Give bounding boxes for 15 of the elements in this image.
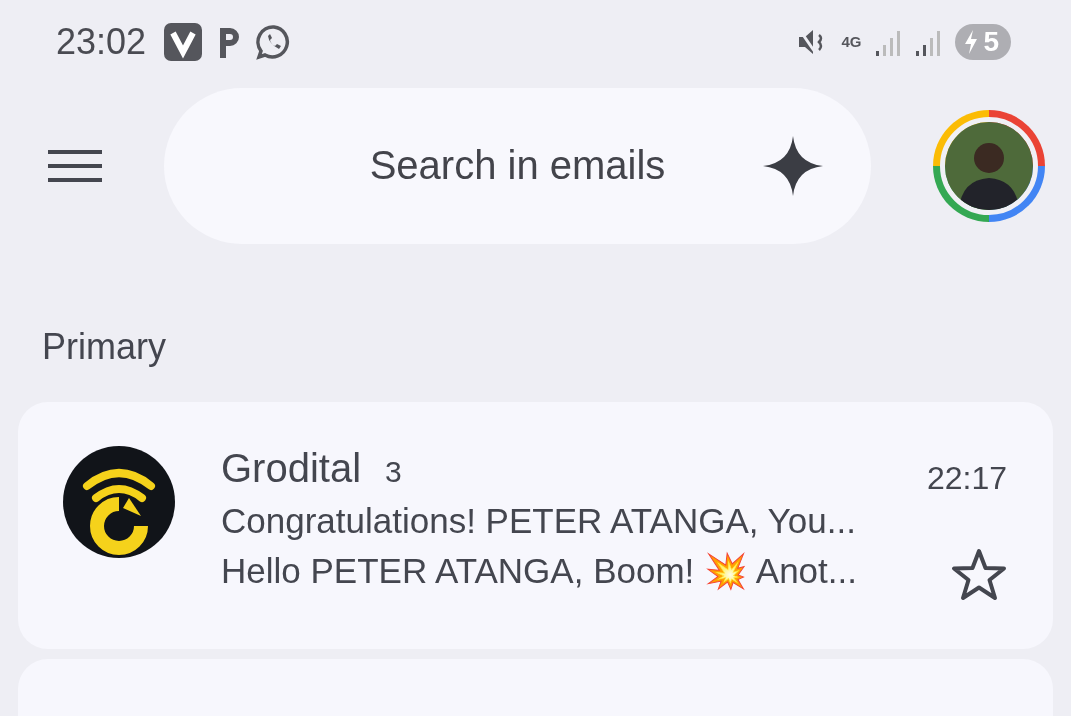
battery-level: 5 xyxy=(983,25,999,58)
email-snippet: Hello PETER ATANGA, Boom! 💥 Anot... xyxy=(221,550,858,592)
star-icon[interactable] xyxy=(951,547,1007,602)
search-placeholder: Search in emails xyxy=(369,143,666,189)
clock: 23:02 xyxy=(56,20,147,63)
menu-icon[interactable] xyxy=(48,147,102,184)
search-field[interactable]: Search in emails xyxy=(164,87,871,244)
email-time: 22:17 xyxy=(926,459,1007,497)
sender-name: Grodital xyxy=(221,445,362,491)
email-card[interactable]: Grodital 3 Congratulations! PETER ATANGA, You... Hello PETER ATANGA, Boom! 💥 Anot... 22:17 xyxy=(18,401,1053,649)
v-app-icon xyxy=(164,22,203,61)
email-subject: Congratulations! PETER ATANGA, You... xyxy=(221,500,857,541)
section-title: Primary xyxy=(41,324,167,369)
thread-count: 3 xyxy=(385,454,402,489)
network-type: 4G xyxy=(841,34,862,50)
